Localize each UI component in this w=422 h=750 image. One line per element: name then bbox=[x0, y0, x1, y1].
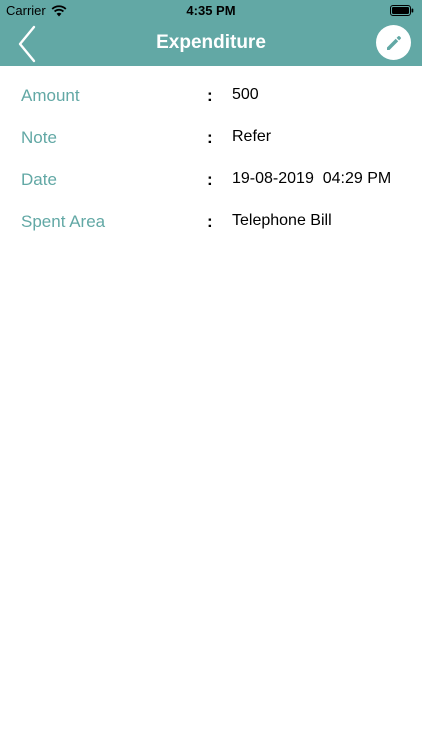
separator: : bbox=[207, 128, 213, 147]
detail-row-date: Date : 19-08-2019 04:29 PM bbox=[0, 160, 422, 202]
note-value: Refer bbox=[232, 128, 272, 145]
detail-row-note: Note : Refer bbox=[0, 118, 422, 160]
detail-row-amount: Amount : 500 bbox=[0, 76, 422, 118]
expenditure-details: Amount : 500 Note : Refer Date : 19-08-2… bbox=[0, 76, 422, 244]
note-label: Note bbox=[21, 128, 57, 147]
battery-icon bbox=[390, 5, 414, 16]
date-label: Date bbox=[21, 170, 57, 189]
status-bar: Carrier 4:35 PM bbox=[0, 0, 422, 22]
spent-area-value: Telephone Bill bbox=[232, 212, 332, 229]
detail-row-spent-area: Spent Area : Telephone Bill bbox=[0, 202, 422, 244]
separator: : bbox=[207, 212, 213, 231]
date-value: 19-08-2019 04:29 PM bbox=[232, 170, 392, 187]
screen: Carrier 4:35 PM Expenditure Amount: 500… bbox=[0, 0, 422, 750]
navigation-bar: Expenditure bbox=[0, 22, 422, 66]
separator: : bbox=[207, 86, 213, 105]
separator: : bbox=[207, 170, 213, 189]
amount-value: 500 bbox=[232, 86, 259, 103]
spent-area-label: Spent Area bbox=[21, 212, 106, 231]
edit-button[interactable] bbox=[376, 25, 411, 60]
page-title: Expenditure bbox=[156, 32, 266, 53]
pencil-icon bbox=[386, 35, 401, 50]
status-time: 4:35 PM bbox=[186, 3, 236, 18]
header: Carrier 4:35 PM Expenditure bbox=[0, 0, 422, 66]
amount-label: Amount bbox=[21, 86, 80, 105]
